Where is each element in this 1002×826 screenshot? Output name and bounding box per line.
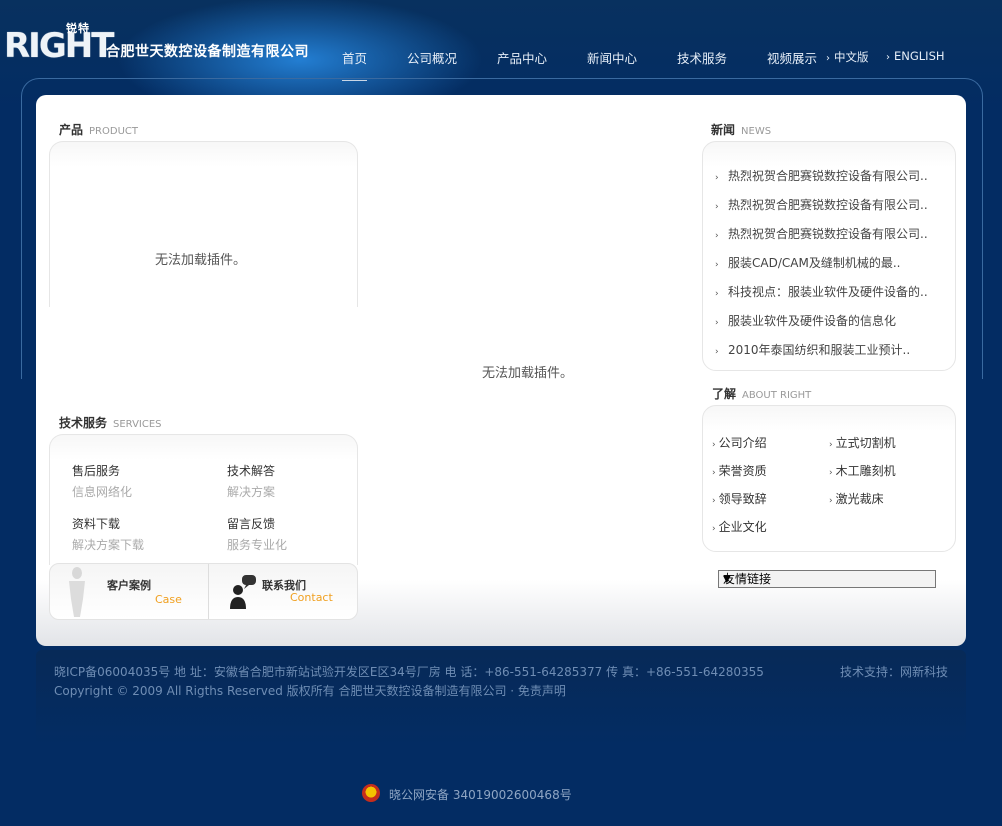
news-item[interactable]: › 服装CAD/CAM及缝制机械的最.. xyxy=(715,255,928,284)
chevron-right-icon: › xyxy=(712,440,716,450)
about-title: 了解 ABOUT RIGHT xyxy=(712,387,812,401)
about-item[interactable]: › 激光裁床 xyxy=(829,490,896,518)
about-list-products: › 立式切割机 › 木工雕刻机 › 激光裁床 xyxy=(829,434,896,518)
logo-brand-cn: 锐特 xyxy=(66,22,90,35)
service-feedback[interactable]: 留言反馈 服务专业化 xyxy=(227,515,287,553)
nav-tech-service[interactable]: 技术服务 xyxy=(677,48,727,67)
products-title: 产品 PRODUCT xyxy=(59,123,138,137)
chevron-right-icon: › xyxy=(715,318,719,328)
chevron-right-icon: › xyxy=(829,440,833,450)
footer-copyright: Copyright © 2009 All Rigths Reserved 版权所… xyxy=(54,684,566,698)
news-item[interactable]: › 热烈祝贺合肥赛锐数控设备有限公司.. xyxy=(715,226,928,255)
service-after-sales[interactable]: 售后服务 信息网络化 xyxy=(72,462,132,500)
chevron-right-icon: › xyxy=(715,231,719,241)
friend-links-select[interactable]: 友情链接 ▼ xyxy=(718,570,936,588)
chat-person-icon xyxy=(230,575,256,609)
person-silhouette-icon xyxy=(69,567,85,617)
contact-button[interactable]: 联系我们 Contact xyxy=(208,563,356,618)
footer-contact-info: 晓ICP备06004035号 地 址：安徽省合肥市新站试验开发区E区34号厂房 … xyxy=(54,665,764,679)
contact-button-label-en: Contact xyxy=(290,591,333,604)
about-item[interactable]: › 荣誉资质 xyxy=(712,462,767,490)
lang-english[interactable]: › ENGLISH xyxy=(886,49,945,63)
chevron-right-icon: › xyxy=(712,468,716,478)
chevron-right-icon: › xyxy=(712,524,716,534)
chevron-down-icon: ▼ xyxy=(723,574,731,585)
about-item[interactable]: › 公司介绍 xyxy=(712,434,767,462)
about-list-company: › 公司介绍 › 荣誉资质 › 领导致辞 › 企业文化 xyxy=(712,434,767,546)
news-item[interactable]: › 热烈祝贺合肥赛锐数控设备有限公司.. xyxy=(715,168,928,197)
about-item[interactable]: › 立式切割机 xyxy=(829,434,896,462)
chevron-right-icon: › xyxy=(829,496,833,506)
about-item[interactable]: › 木工雕刻机 xyxy=(829,462,896,490)
about-item[interactable]: › 企业文化 xyxy=(712,518,767,546)
chevron-right-icon: › xyxy=(715,173,719,183)
services-title: 技术服务 SERVICES xyxy=(59,416,162,430)
products-box xyxy=(49,141,358,307)
about-item[interactable]: › 领导致辞 xyxy=(712,490,767,518)
case-button[interactable]: 客户案例 Case xyxy=(49,563,207,618)
nav-home[interactable]: 首页 xyxy=(342,48,368,81)
news-item[interactable]: › 热烈祝贺合肥赛锐数控设备有限公司.. xyxy=(715,197,928,226)
chevron-right-icon: › xyxy=(715,260,719,270)
news-title: 新闻 NEWS xyxy=(711,123,772,137)
logo[interactable]: RIGHT 锐特 合肥世天数控设备制造有限公司 xyxy=(4,22,334,66)
news-item[interactable]: › 科技视点：服装业软件及硬件设备的.. xyxy=(715,284,928,313)
center-plugin-message: 无法加载插件。 xyxy=(482,366,574,381)
logo-company-name: 合肥世天数控设备制造有限公司 xyxy=(106,44,309,60)
police-badge-icon xyxy=(362,784,380,802)
news-item[interactable]: › 服装业软件及硬件设备的信息化 xyxy=(715,313,928,342)
chevron-right-icon: › xyxy=(715,202,719,212)
nav-company-overview[interactable]: 公司概况 xyxy=(407,48,457,67)
case-button-label-en: Case xyxy=(155,593,182,606)
chevron-right-icon: › xyxy=(829,468,833,478)
nav-products[interactable]: 产品中心 xyxy=(497,48,547,67)
footer-tech-support-link[interactable]: 技术支持：网新科技 xyxy=(840,663,948,680)
chevron-right-icon: › xyxy=(712,496,716,506)
nav-news[interactable]: 新闻中心 xyxy=(587,48,637,67)
chevron-right-icon: › xyxy=(715,289,719,299)
footer-police-record[interactable]: 晓公网安备 34019002600468号 xyxy=(389,786,572,803)
service-downloads[interactable]: 资料下载 解决方案下载 xyxy=(72,515,144,553)
news-item[interactable]: › 2010年泰国纺织和服装工业预计.. xyxy=(715,342,928,371)
nav-video[interactable]: 视频展示 xyxy=(767,48,817,67)
chevron-right-icon: › xyxy=(886,52,890,63)
service-tech-answers[interactable]: 技术解答 解决方案 xyxy=(227,462,275,500)
case-button-label: 客户案例 xyxy=(107,579,151,592)
logo-mark: RIGHT xyxy=(4,26,114,66)
chevron-right-icon: › xyxy=(826,53,830,64)
products-plugin-message: 无法加载插件。 xyxy=(155,253,247,268)
news-list: › 热烈祝贺合肥赛锐数控设备有限公司.. › 热烈祝贺合肥赛锐数控设备有限公司.. … xyxy=(715,168,928,371)
chevron-right-icon: › xyxy=(715,347,719,357)
lang-chinese[interactable]: › 中文版 xyxy=(826,49,869,65)
